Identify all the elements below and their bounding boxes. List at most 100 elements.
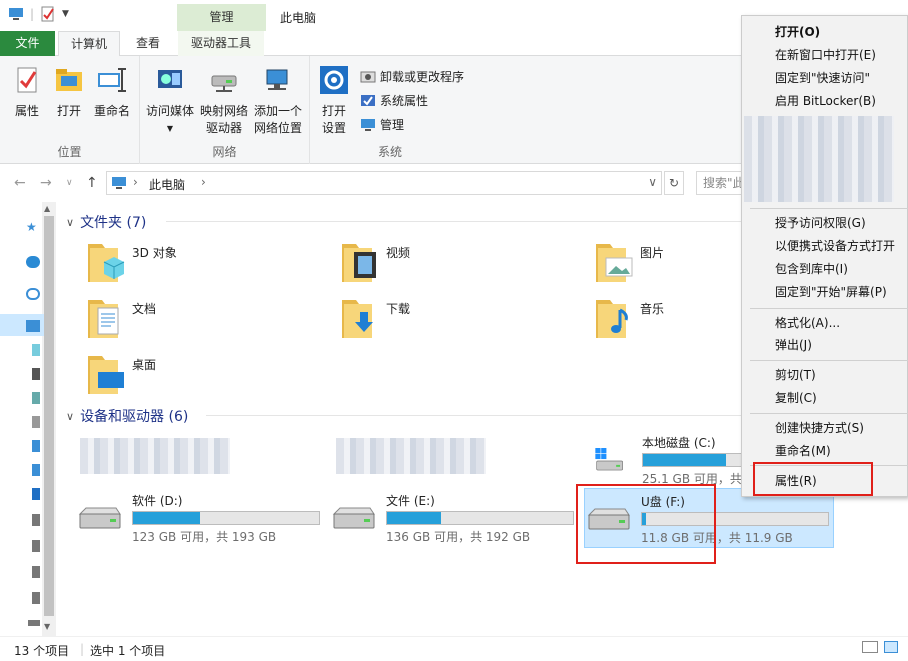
menu-grant-access[interactable]: 授予访问权限(G): [742, 212, 908, 234]
nav-usb-icon[interactable]: [28, 620, 40, 626]
tab-computer[interactable]: 计算机: [58, 31, 120, 57]
menu-bitlocker[interactable]: 启用 BitLocker(B): [742, 90, 908, 112]
uninstall-button[interactable]: 卸载或更改程序: [360, 68, 464, 85]
map-drive-button[interactable]: 映射网络 驱动器: [198, 64, 250, 137]
group-location: 属性 打开 重命名 位置: [0, 56, 140, 164]
back-arrow-icon[interactable]: ←: [14, 175, 26, 191]
cloud-icon[interactable]: [26, 288, 40, 300]
nav-drive-icon[interactable]: [32, 592, 40, 604]
menu-open-new-window[interactable]: 在新窗口中打开(E): [742, 44, 908, 66]
qat-dropdown-icon[interactable]: ▼: [62, 9, 69, 19]
this-pc-icon[interactable]: [26, 320, 40, 332]
breadcrumb-this-pc[interactable]: 此电脑: [149, 176, 185, 193]
nav-desktop-icon[interactable]: [32, 488, 40, 500]
address-dropdown-icon[interactable]: ∨: [648, 175, 657, 189]
quick-access-star-icon[interactable]: ★: [26, 220, 37, 234]
folder-videos[interactable]: 视频: [340, 240, 560, 288]
menu-rename[interactable]: 重命名(M): [742, 440, 908, 462]
menu-pin-quick-access[interactable]: 固定到"快速访问": [742, 67, 908, 89]
open-label: 打开: [56, 104, 81, 118]
nav-3d-icon[interactable]: [32, 344, 40, 356]
properties-check-icon[interactable]: [40, 6, 56, 22]
group-network: 访问媒体 ▼ 映射网络 驱动器 添加一个 网络位置 网络: [140, 56, 310, 164]
address-bar[interactable]: › 此电脑 › ∨: [106, 171, 662, 195]
scroll-up-icon[interactable]: ▲: [44, 204, 50, 213]
drives-group-header[interactable]: ∨ 设备和驱动器 (6): [66, 406, 188, 426]
folder-desktop[interactable]: 桌面: [86, 352, 306, 400]
collapse-chevron-icon[interactable]: ∨: [66, 216, 74, 229]
menu-include-library[interactable]: 包含到库中(I): [742, 258, 908, 280]
properties-button[interactable]: 属性: [8, 64, 46, 120]
drive-e[interactable]: 文件 (E:) 136 GB 可用，共 192 GB: [330, 488, 580, 548]
forward-arrow-icon[interactable]: →: [40, 175, 52, 191]
breadcrumb-chevron-icon[interactable]: ›: [133, 175, 138, 189]
map-drive-label-1: 映射网络: [199, 104, 248, 118]
breadcrumb-chevron-icon[interactable]: ›: [201, 175, 206, 189]
nav-scrollbar-thumb[interactable]: [44, 216, 54, 616]
nav-downloads-icon[interactable]: [32, 440, 40, 452]
open-settings-button[interactable]: 打开 设置: [316, 64, 352, 137]
drives-group-title: 设备和驱动器 (6): [80, 409, 189, 425]
selected-count: 选中 1 个项目: [90, 644, 166, 658]
add-location-label-1: 添加一个: [253, 104, 302, 118]
rename-button[interactable]: 重命名: [90, 64, 134, 120]
open-button[interactable]: 打开: [50, 64, 88, 120]
system-properties-label: 系统属性: [380, 94, 429, 108]
folder-documents[interactable]: 文档: [86, 296, 306, 344]
blurred-menu-items[interactable]: [744, 116, 894, 202]
folder-name: 视频: [386, 246, 411, 260]
up-arrow-icon[interactable]: ↑: [86, 175, 98, 191]
computer-icon[interactable]: [8, 6, 24, 22]
collapse-chevron-icon[interactable]: ∨: [66, 410, 74, 423]
menu-eject[interactable]: 弹出(J): [742, 334, 908, 356]
menu-pin-start[interactable]: 固定到"开始"屏幕(P): [742, 281, 908, 303]
menu-create-shortcut[interactable]: 创建快捷方式(S): [742, 417, 908, 439]
onedrive-icon[interactable]: [26, 256, 40, 268]
network-drive-icon: [211, 75, 237, 92]
tab-file[interactable]: 文件: [0, 31, 55, 56]
folder-3d-objects[interactable]: 3D 对象: [86, 240, 306, 288]
nav-documents-icon[interactable]: [32, 416, 40, 428]
desktop-folder-icon: [88, 356, 124, 394]
add-network-location-button[interactable]: 添加一个 网络位置: [250, 64, 306, 137]
access-media-button[interactable]: 访问媒体 ▼: [144, 64, 196, 137]
recent-dropdown-icon[interactable]: ∨: [66, 178, 73, 188]
menu-open-portable[interactable]: 以便携式设备方式打开: [742, 235, 908, 257]
blurred-device[interactable]: [80, 438, 230, 474]
nav-music-icon[interactable]: [32, 464, 40, 476]
menu-cut[interactable]: 剪切(T): [742, 364, 908, 386]
drive-d[interactable]: 软件 (D:) 123 GB 可用，共 193 GB: [76, 488, 326, 548]
nav-drive-icon[interactable]: [32, 566, 40, 578]
hard-drive-icon: [332, 507, 375, 529]
nav-drive-icon[interactable]: [32, 540, 40, 552]
tab-view[interactable]: 查看: [126, 31, 170, 56]
status-bar: 13 个项目 | 选中 1 个项目: [0, 636, 908, 661]
navigation-pane: ▲ ▼ ★: [0, 202, 56, 636]
nav-drive-icon[interactable]: [32, 514, 40, 526]
details-view-icon[interactable]: [862, 641, 878, 653]
menu-copy[interactable]: 复制(C): [742, 387, 908, 409]
nav-pictures-icon[interactable]: [32, 392, 40, 404]
properties-icon: [17, 67, 37, 93]
tiles-view-icon[interactable]: [884, 641, 898, 653]
blurred-device[interactable]: [336, 438, 486, 474]
videos-folder-icon: [342, 244, 376, 282]
scroll-down-icon[interactable]: ▼: [44, 622, 50, 631]
highlight-box-properties: [753, 462, 873, 496]
nav-video-icon[interactable]: [32, 368, 40, 380]
manage-button[interactable]: 管理: [360, 116, 404, 133]
group-network-name: 网络: [212, 145, 237, 159]
network-location-icon: [266, 69, 288, 90]
menu-open[interactable]: 打开(O): [742, 21, 908, 43]
group-system: 打开 设置 卸载或更改程序 系统属性 管理 系统: [310, 56, 470, 164]
refresh-button[interactable]: ↻: [664, 171, 684, 195]
folder-name: 图片: [640, 246, 665, 260]
folders-group-header[interactable]: ∨ 文件夹 (7): [66, 212, 146, 232]
manage-tab[interactable]: 管理: [177, 4, 266, 31]
group-location-name: 位置: [57, 145, 82, 159]
menu-format[interactable]: 格式化(A)...: [742, 312, 908, 334]
add-location-label-2: 网络位置: [253, 121, 302, 135]
folder-downloads[interactable]: 下载: [340, 296, 560, 344]
system-properties-button[interactable]: 系统属性: [360, 92, 428, 109]
folders-group-title: 文件夹 (7): [80, 215, 147, 231]
